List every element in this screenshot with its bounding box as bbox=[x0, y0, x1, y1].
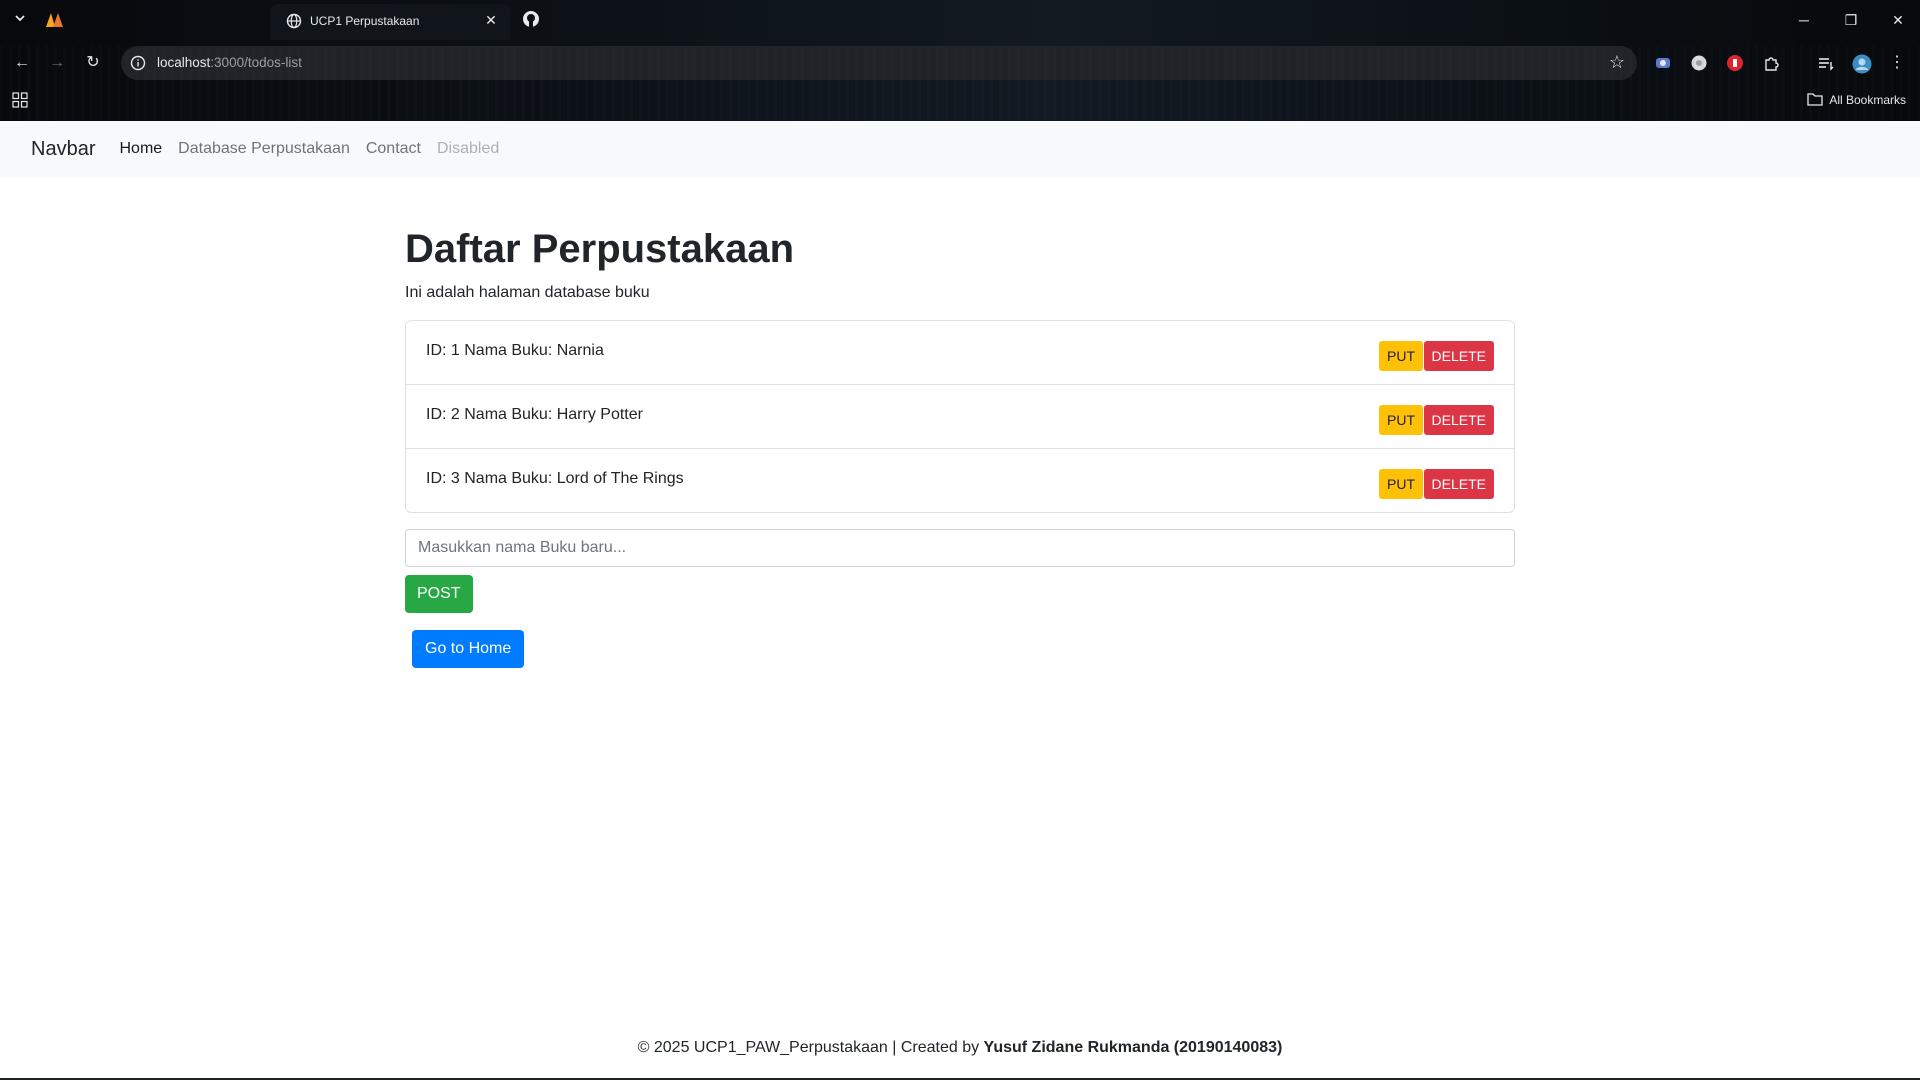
folder-icon bbox=[1807, 92, 1823, 109]
put-button[interactable]: PUT bbox=[1379, 469, 1423, 499]
navbar: Navbar Home Database Perpustakaan Contac… bbox=[0, 121, 1920, 177]
page-subtitle: Ini adalah halaman database buku bbox=[405, 284, 650, 301]
reading-list-icon[interactable] bbox=[1817, 54, 1835, 72]
close-window-icon[interactable]: ✕ bbox=[1883, 8, 1913, 32]
book-text: ID: 1 Nama Buku: Narnia bbox=[426, 342, 604, 359]
delete-button[interactable]: DELETE bbox=[1423, 341, 1494, 371]
delete-button[interactable]: DELETE bbox=[1423, 405, 1494, 435]
footer-copyright: © 2025 UCP1_PAW_Perpustakaan | Created b… bbox=[637, 1039, 984, 1056]
page-viewport: Navbar Home Database Perpustakaan Contac… bbox=[0, 121, 1920, 1080]
minimize-icon[interactable]: ─ bbox=[1789, 8, 1819, 32]
browser-toolbar: ← → ↻ localhost:3000/todos-list ☆ ⋮ bbox=[0, 46, 1920, 80]
book-list-item: ID: 2 Nama Buku: Harry Potter PUT DELETE bbox=[406, 385, 1514, 449]
bookmarks-bar: All Bookmarks bbox=[0, 88, 1920, 112]
site-info-icon[interactable] bbox=[130, 55, 146, 71]
restore-icon[interactable]: ❐ bbox=[1836, 8, 1866, 32]
tab-title: UCP1 Perpustakaan bbox=[310, 14, 420, 28]
pinned-tab-logo-icon[interactable] bbox=[44, 10, 68, 30]
book-list: ID: 1 Nama Buku: Narnia PUT DELETE ID: 2… bbox=[405, 320, 1515, 513]
extensions-puzzle-icon[interactable] bbox=[1763, 54, 1781, 72]
all-bookmarks-label: All Bookmarks bbox=[1829, 93, 1906, 107]
delete-button[interactable]: DELETE bbox=[1423, 469, 1494, 499]
new-book-input[interactable] bbox=[405, 529, 1515, 567]
forward-arrow-icon[interactable]: → bbox=[44, 50, 70, 76]
nav-link-disabled: Disabled bbox=[436, 140, 500, 157]
globe-icon bbox=[286, 13, 302, 29]
url-path: :3000/todos-list bbox=[210, 55, 302, 70]
nav-link-database-perpustakaan[interactable]: Database Perpustakaan bbox=[178, 140, 350, 158]
browser-chrome: UCP1 Perpustakaan ✕ ─ ❐ ✕ ← → ↻ localhos… bbox=[0, 0, 1920, 121]
go-to-home-button[interactable]: Go to Home bbox=[412, 630, 525, 668]
put-button[interactable]: PUT bbox=[1379, 341, 1423, 371]
extension-1-icon[interactable] bbox=[1654, 54, 1672, 72]
put-button[interactable]: PUT bbox=[1379, 405, 1423, 435]
nav-link-home[interactable]: Home bbox=[119, 140, 162, 158]
book-text: ID: 2 Nama Buku: Harry Potter bbox=[426, 406, 643, 423]
back-arrow-icon[interactable]: ← bbox=[9, 50, 35, 76]
main-container: Daftar Perpustakaan Ini adalah halaman d… bbox=[405, 225, 1515, 668]
book-list-item: ID: 1 Nama Buku: Narnia PUT DELETE bbox=[406, 321, 1514, 385]
url-host: localhost bbox=[157, 55, 211, 70]
extension-3-icon[interactable] bbox=[1726, 54, 1744, 72]
apps-grid-icon[interactable] bbox=[12, 92, 28, 108]
book-list-item: ID: 3 Nama Buku: Lord of The Rings PUT D… bbox=[406, 449, 1514, 512]
post-button[interactable]: POST bbox=[405, 575, 473, 613]
github-tab-icon[interactable] bbox=[522, 10, 542, 30]
tab-strip: UCP1 Perpustakaan ✕ ─ ❐ ✕ bbox=[0, 0, 1920, 40]
page-title: Daftar Perpustakaan bbox=[405, 227, 795, 271]
nav-link-contact[interactable]: Contact bbox=[366, 140, 421, 158]
footer-author: Yusuf Zidane Rukmanda (20190140083) bbox=[983, 1039, 1283, 1056]
tab-ucp1-perpustakaan[interactable]: UCP1 Perpustakaan ✕ bbox=[270, 4, 510, 40]
address-bar[interactable]: localhost:3000/todos-list ☆ bbox=[121, 46, 1637, 80]
url-text: localhost:3000/todos-list bbox=[157, 55, 302, 70]
browser-menu-icon[interactable]: ⋮ bbox=[1884, 50, 1910, 76]
reload-icon[interactable]: ↻ bbox=[80, 50, 106, 76]
profile-avatar[interactable] bbox=[1852, 54, 1872, 74]
close-tab-icon[interactable]: ✕ bbox=[482, 11, 500, 29]
footer: © 2025 UCP1_PAW_Perpustakaan | Created b… bbox=[0, 1039, 1920, 1057]
extension-2-icon[interactable] bbox=[1690, 54, 1708, 72]
all-bookmarks-button[interactable]: All Bookmarks bbox=[1807, 90, 1906, 110]
book-text: ID: 3 Nama Buku: Lord of The Rings bbox=[426, 470, 684, 487]
tab-search-chevron-icon[interactable] bbox=[10, 10, 30, 30]
navbar-brand[interactable]: Navbar bbox=[31, 138, 95, 161]
bookmark-star-icon[interactable]: ☆ bbox=[1609, 52, 1625, 73]
